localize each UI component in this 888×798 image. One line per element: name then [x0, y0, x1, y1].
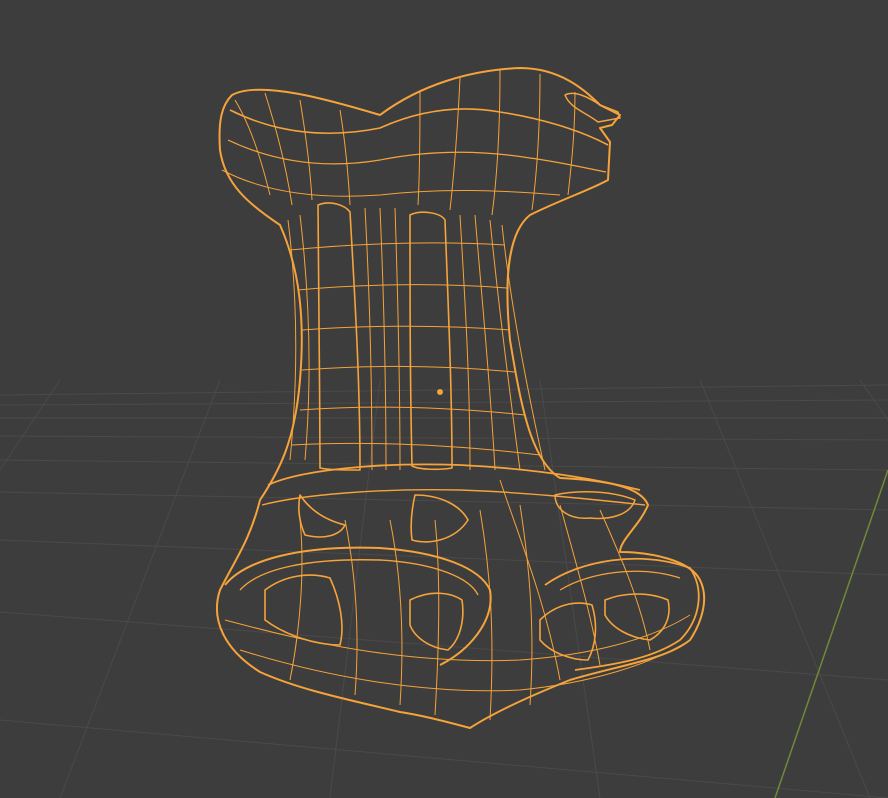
wireframe-mesh[interactable] [215, 67, 706, 729]
object-origin-dot[interactable] [437, 389, 443, 395]
3d-viewport[interactable] [0, 0, 888, 798]
y-axis-line [774, 469, 888, 798]
floor-grid [0, 379, 888, 798]
